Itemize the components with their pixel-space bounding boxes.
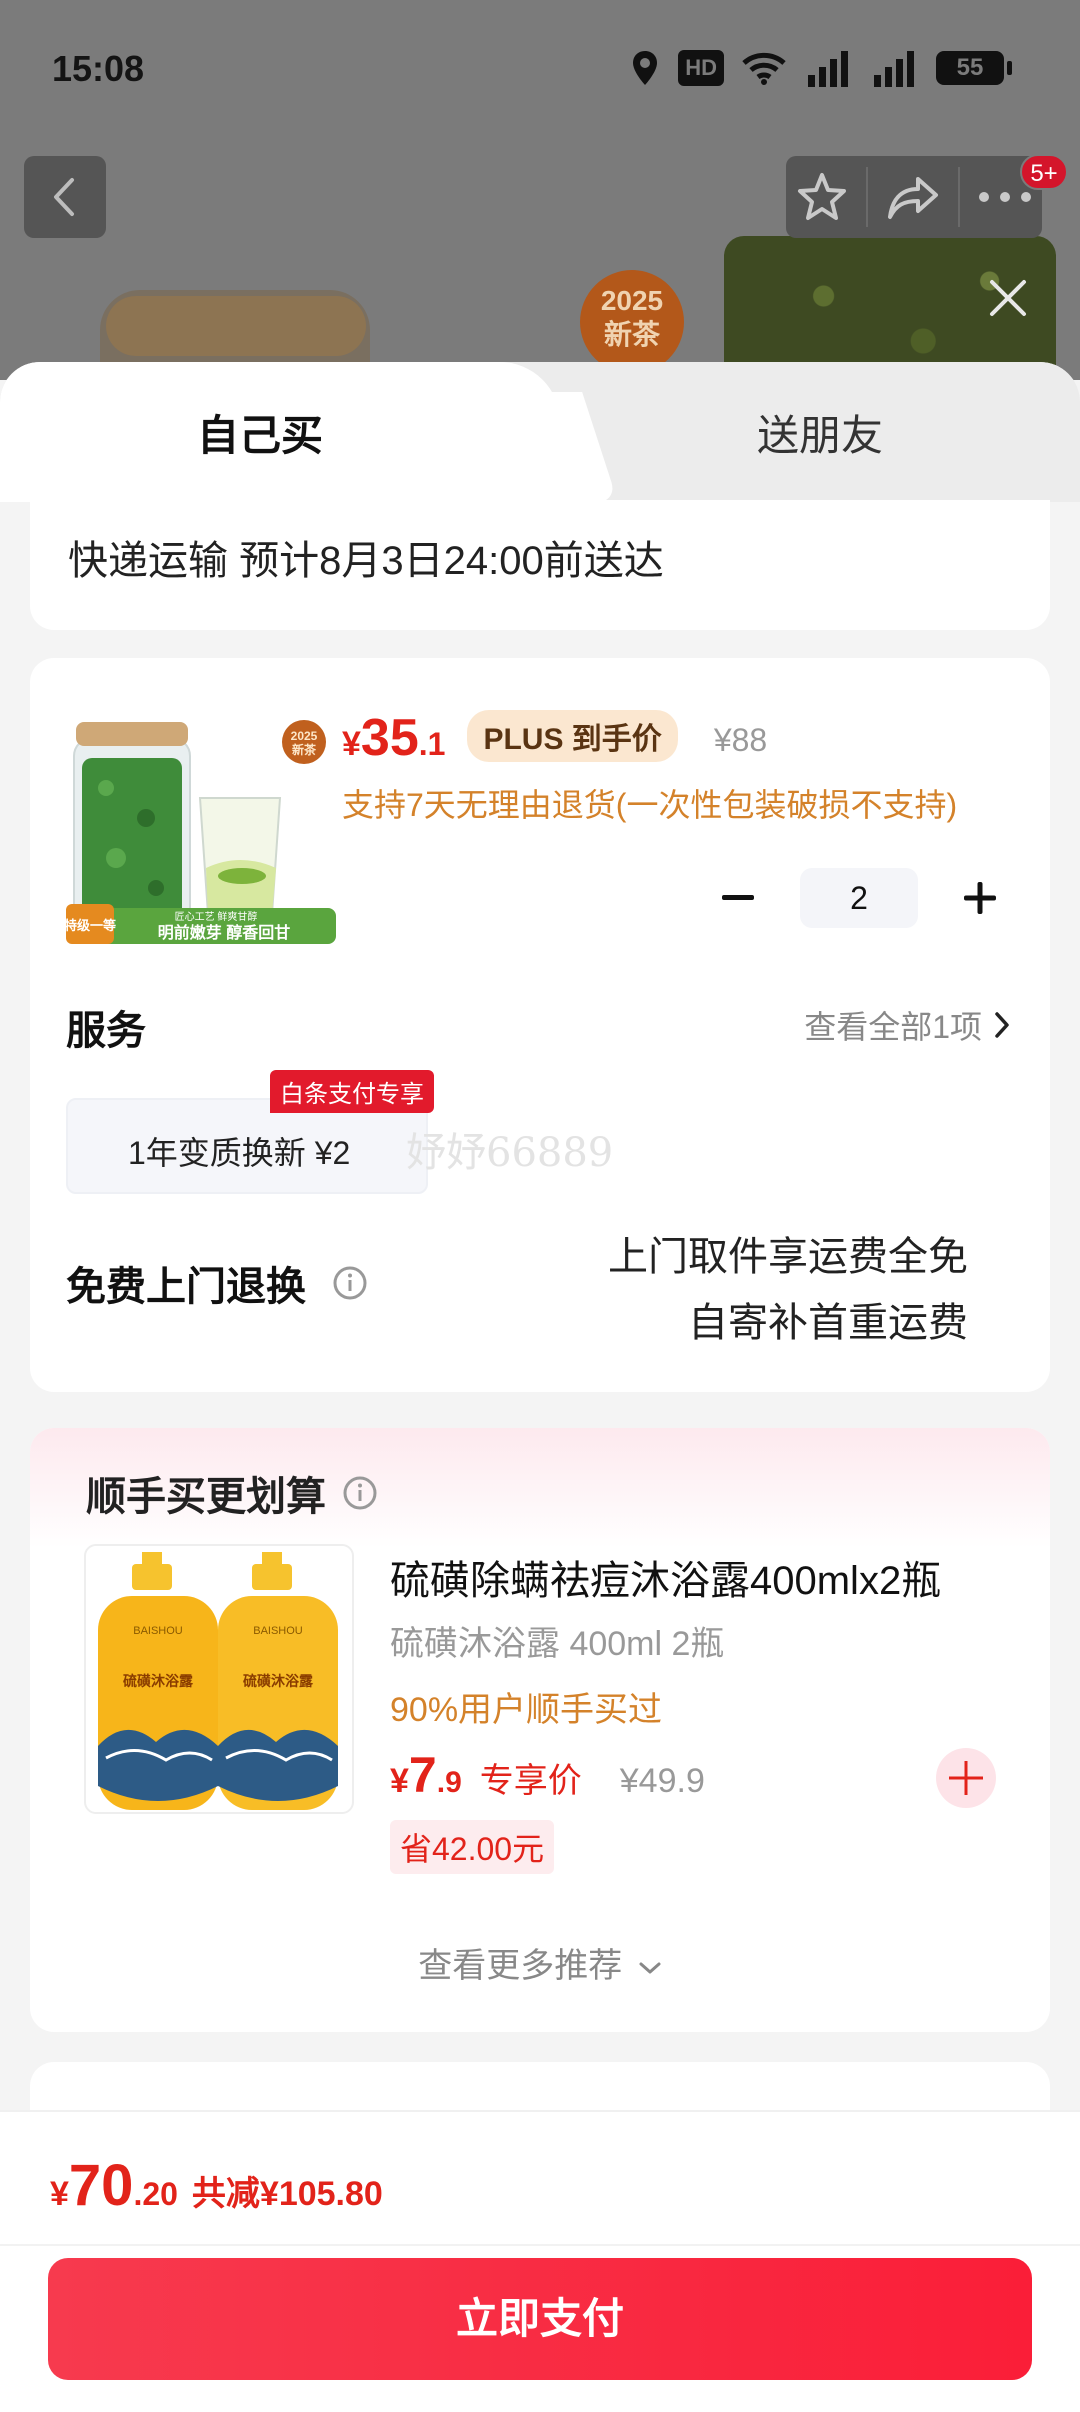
image-badge-year: 2025	[291, 729, 318, 743]
plus-icon	[964, 882, 996, 914]
total-reduction: 共减¥105.80	[191, 2175, 383, 2213]
service-title: 服务	[66, 1009, 146, 1053]
total-symbol: ¥	[50, 2175, 69, 2213]
rec-savings-badge: 省42.00元	[390, 1820, 555, 1874]
chevron-right-icon	[995, 1012, 1009, 1038]
close-icon	[990, 280, 1026, 316]
rec-price-label: 专享价	[479, 1762, 582, 1800]
hd-icon: HD	[678, 50, 724, 86]
view-more-recommendations-link[interactable]: 查看更多推荐	[30, 1938, 1050, 1987]
checkout-bar: ¥ 70 .20 共减¥105.80 立即支付	[0, 2110, 1080, 2412]
bodywash-bottles-image: BAISHOU BAISHOU 硫磺沐浴露 硫磺沐浴露	[98, 1552, 338, 1810]
free-return-title: 免费上门退换	[66, 1265, 306, 1309]
wifi-icon	[742, 52, 786, 85]
plus-price-tag: PLUS 到手价	[467, 710, 678, 762]
recommendation-card: 顺手买更划算 BAISHOU BAISHOU 硫磺沐浴露 硫磺沐浴露 硫磺除螨祛…	[30, 1428, 1050, 2032]
product-image-lid	[106, 296, 366, 356]
signal-icon-1	[808, 51, 848, 87]
service-option-label: 1年变质换新 ¥2	[128, 1135, 351, 1171]
recommended-price-row: ¥ 7 .9 专享价 ¥49.9	[390, 1746, 705, 1804]
notification-badge: 5+	[1020, 154, 1068, 190]
free-return-line-1: 上门取件享运费全免	[608, 1235, 968, 1279]
signal-icon-2	[874, 51, 914, 87]
rec-price-symbol: ¥	[390, 1762, 409, 1800]
minus-icon	[722, 895, 754, 900]
price-decimal: .1	[418, 726, 446, 762]
rec-price-decimal: .9	[436, 1766, 462, 1799]
info-icon[interactable]	[342, 1475, 378, 1511]
image-grade: 特级一等	[66, 918, 116, 933]
decrease-quantity-button[interactable]	[708, 868, 768, 928]
plus-icon	[949, 1761, 983, 1795]
product-card: 2025 新茶 特级一等 匠心工艺 鲜爽甘醇 明前嫩芽 醇香回甘 ¥ 35 .1…	[30, 658, 1050, 1392]
total-price-row: ¥ 70 .20 共减¥105.80	[50, 2152, 383, 2219]
increase-quantity-button[interactable]	[950, 868, 1010, 928]
status-icons: HD 55	[630, 46, 1012, 90]
return-policy-note: 支持7天无理由退货(一次性包装破损不支持)	[342, 787, 958, 823]
background-page: 2025 新茶 15:08 HD 55 5+	[0, 0, 1080, 380]
original-price: ¥88	[713, 722, 768, 758]
battery-icon: 55	[936, 51, 1012, 85]
total-integer: 70	[68, 2153, 134, 2218]
rec-price-integer: 7	[408, 1747, 437, 1803]
price-symbol: ¥	[342, 725, 361, 763]
view-all-services-label: 查看全部1项	[804, 1009, 982, 1045]
rec-original-price: ¥49.9	[619, 1762, 705, 1800]
image-badge-text: 新茶	[292, 742, 317, 757]
view-more-label: 查看更多推荐	[418, 1947, 623, 1985]
pay-now-button[interactable]: 立即支付	[48, 2258, 1032, 2380]
recommendation-title-row: 顺手买更划算	[86, 1464, 378, 1522]
chevron-down-icon	[639, 1962, 661, 1974]
location-icon	[633, 51, 658, 85]
back-icon	[54, 178, 74, 216]
status-bar: 15:08 HD 55	[0, 0, 1080, 140]
star-icon[interactable]	[795, 171, 849, 223]
image-small-text: 匠心工艺 鲜爽甘醇	[175, 910, 258, 923]
product-price-row: ¥ 35 .1 PLUS 到手价 ¥88	[342, 708, 767, 768]
badge-year: 2025	[600, 285, 664, 316]
divider	[866, 167, 869, 227]
add-recommended-item-button[interactable]	[936, 1748, 996, 1808]
recommended-product-name[interactable]: 硫磺除螨祛痘沐浴露400mlx2瓶	[390, 1548, 941, 1606]
badge-text: 新茶	[603, 319, 660, 350]
shipping-card: 快递运输 预计8月3日24:00前送达	[30, 500, 1050, 630]
purchase-sheet: 自己买 送朋友 快递运输 预计8月3日24:00前送达 2025 新茶 特级一等…	[0, 362, 1080, 2412]
share-icon[interactable]	[886, 173, 940, 221]
free-return-line-2: 自寄补首重运费	[688, 1301, 968, 1345]
recommendation-title: 顺手买更划算	[86, 1475, 326, 1519]
new-tea-badge: 2025 新茶	[580, 270, 684, 374]
tab-gift-to-friend[interactable]: 送朋友	[680, 402, 960, 463]
watermark-text: 妤妤66889	[406, 1130, 614, 1176]
tab-buy-for-self[interactable]: 自己买	[120, 402, 400, 463]
top-action-group	[786, 156, 1042, 238]
free-return-description: 上门取件享运费全免 自寄补首重运费	[608, 1224, 968, 1356]
back-button[interactable]	[24, 156, 106, 238]
free-return-title-row: 免费上门退换	[66, 1254, 368, 1312]
thumbnail-close-button[interactable]	[978, 268, 1038, 328]
product-thumbnail: 2025 新茶 特级一等 匠心工艺 鲜爽甘醇 明前嫩芽 醇香回甘	[66, 720, 336, 944]
bottle-label-left: 硫磺沐浴露	[123, 1673, 194, 1689]
more-icon[interactable]	[977, 190, 1033, 204]
divider	[0, 2244, 1080, 2246]
purchase-tabs: 自己买 送朋友	[0, 362, 1080, 502]
recommended-product-popularity: 90%用户顺手买过	[390, 1691, 663, 1729]
bottle-brand-right: BAISHOU	[253, 1625, 303, 1637]
status-time: 15:08	[52, 48, 145, 89]
bottle-label-right: 硫磺沐浴露	[243, 1673, 314, 1689]
image-slogan: 明前嫩芽 醇香回甘	[158, 923, 290, 942]
quantity-stepper: 2	[708, 868, 1010, 928]
quantity-value[interactable]: 2	[800, 868, 918, 928]
recommended-product-image[interactable]: BAISHOU BAISHOU 硫磺沐浴露 硫磺沐浴露	[84, 1544, 354, 1814]
price-integer: 35	[360, 709, 419, 767]
bottle-brand-left: BAISHOU	[133, 1625, 183, 1637]
baitiao-exclusive-tag: 白条支付专享	[270, 1070, 434, 1113]
total-decimal: .20	[133, 2176, 178, 2212]
info-icon[interactable]	[332, 1265, 368, 1301]
divider	[957, 167, 960, 227]
view-all-services-link[interactable]: 查看全部1项	[804, 1002, 1010, 1048]
recommended-product-spec: 硫磺沐浴露 400ml 2瓶	[390, 1625, 725, 1663]
shipping-estimate: 快递运输 预计8月3日24:00前送达	[68, 539, 664, 583]
